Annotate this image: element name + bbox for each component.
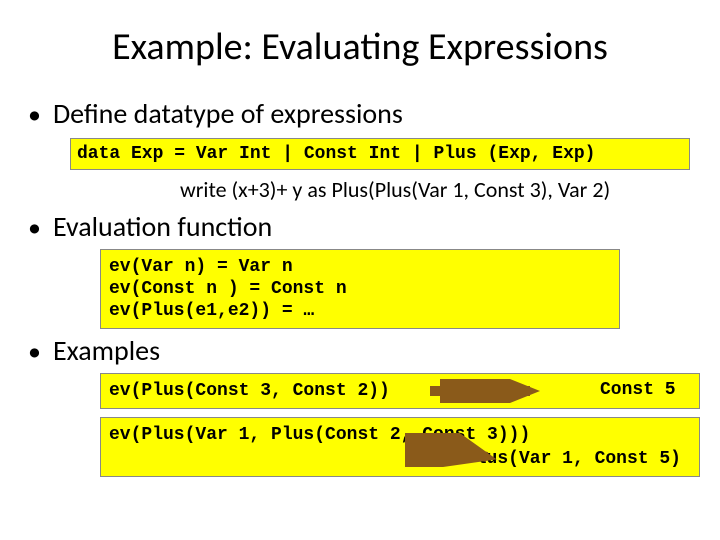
slide: Example: Evaluating Expressions • Define… bbox=[0, 0, 720, 540]
code-ev-def: ev(Var n) = Var n ev(Const n ) = Const n… bbox=[100, 249, 620, 329]
code-example-2: ev(Plus(Var 1, Plus(Const 2, Const 3))) … bbox=[100, 417, 700, 477]
bullet-text: Define datatype of expressions bbox=[53, 98, 403, 130]
bullet-dot-icon: • bbox=[28, 335, 41, 367]
code-line: ev(Plus(e1,e2)) = … bbox=[109, 300, 611, 322]
arrow-down-right-icon bbox=[405, 433, 505, 467]
code-line: ev(Plus(Var 1, Plus(Const 2, Const 3))) bbox=[109, 424, 691, 446]
note-write-as: write (x+3)+ y as Plus(Plus(Var 1, Const… bbox=[180, 176, 680, 203]
bullet-examples: • Examples bbox=[40, 335, 680, 367]
code-line: ev(Var n) = Var n bbox=[109, 256, 611, 278]
code-datatype: data Exp = Var Int | Const Int | Plus (E… bbox=[70, 138, 690, 170]
bullet-evaluation: • Evaluation function bbox=[40, 211, 680, 243]
example-2: ev(Plus(Var 1, Plus(Const 2, Const 3))) … bbox=[100, 417, 700, 477]
slide-title: Example: Evaluating Expressions bbox=[40, 24, 680, 70]
result-2: Plus(Var 1, Const 5) bbox=[109, 448, 691, 470]
bullet-dot-icon: • bbox=[28, 211, 41, 243]
code-line: ev(Const n ) = Const n bbox=[109, 278, 611, 300]
bullet-text: Examples bbox=[53, 335, 160, 367]
arrow-right-icon bbox=[430, 379, 550, 403]
example-1: ev(Plus(Const 3, Const 2)) Const 5 bbox=[100, 373, 700, 409]
bullet-define: • Define datatype of expressions bbox=[40, 98, 680, 130]
result-1: Const 5 bbox=[600, 380, 676, 400]
bullet-text: Evaluation function bbox=[53, 211, 272, 243]
bullet-dot-icon: • bbox=[28, 98, 41, 130]
